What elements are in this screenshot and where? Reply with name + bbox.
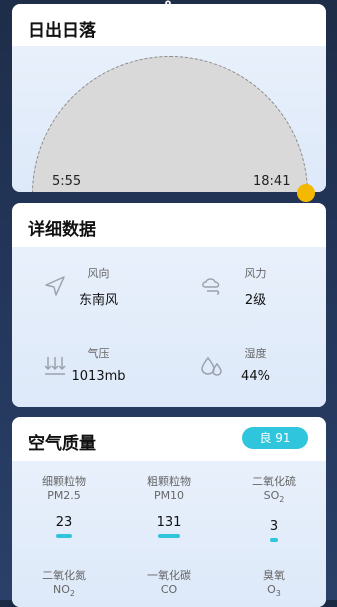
detail-data-card: 详细数据 风向 东南风 风力 2级 气压 1013mb 湿度 44%	[12, 203, 326, 407]
co-item: 一氧化碳 CO	[117, 569, 221, 597]
pm25-name: 细颗粒物	[42, 475, 86, 488]
sunrise-time: 5:55	[52, 174, 82, 189]
so2-level-bar	[270, 538, 278, 543]
wind-force-label: 风力	[244, 267, 267, 280]
pressure-cell: 气压 1013mb	[12, 327, 169, 407]
sun-position-icon	[297, 184, 315, 202]
sun-arc-panel: 5:55 18:41	[12, 46, 326, 192]
pm10-code: PM10	[153, 489, 185, 502]
co-name: 一氧化碳	[147, 569, 191, 582]
air-quality-title: 空气质量	[28, 434, 96, 454]
detail-data-title: 详细数据	[28, 220, 96, 240]
so2-item: 二氧化硫 SO2 3	[222, 475, 326, 543]
pm25-item: 细颗粒物 PM2.5 23	[12, 475, 116, 538]
so2-value: 3	[269, 519, 279, 535]
air-quality-card: 空气质量 良 91 细颗粒物 PM2.5 23 粗颗粒物 PM10 131 二氧…	[12, 417, 326, 607]
pressure-label: 气压	[87, 347, 110, 360]
pm10-name: 粗颗粒物	[147, 475, 191, 488]
pm10-level-bar	[158, 534, 180, 538]
humidity-value: 44%	[241, 369, 270, 384]
pm10-value: 131	[156, 515, 182, 530]
wind-direction-cell: 风向 东南风	[12, 247, 169, 327]
pm25-value: 23	[55, 515, 73, 530]
wind-force-value: 2级	[244, 293, 267, 308]
no2-name: 二氧化氮	[42, 569, 86, 582]
o3-code: O3	[267, 583, 281, 599]
humidity-label: 湿度	[244, 347, 267, 360]
pm10-item: 粗颗粒物 PM10 131	[117, 475, 221, 538]
no2-code: NO2	[53, 583, 75, 599]
so2-code: SO2	[263, 489, 285, 505]
wind-direction-value: 东南风	[78, 293, 118, 308]
pm25-code: PM2.5	[47, 489, 81, 502]
o3-name: 臭氧	[263, 569, 285, 582]
sunset-time: 18:41	[253, 174, 291, 189]
co-code: CO	[160, 583, 178, 596]
pressure-value: 1013mb	[71, 369, 126, 384]
so2-name: 二氧化硫	[252, 475, 296, 488]
sunrise-sunset-card: 日出日落 5:55 18:41	[12, 4, 326, 192]
air-quality-panel: 细颗粒物 PM2.5 23 粗颗粒物 PM10 131 二氧化硫 SO2 3 二…	[12, 461, 326, 607]
aqi-badge[interactable]: 良 91	[242, 427, 308, 449]
humidity-cell: 湿度 44%	[169, 327, 326, 407]
o3-item: 臭氧 O3	[222, 569, 326, 601]
pm25-level-bar	[56, 534, 72, 538]
no2-item: 二氧化氮 NO2	[12, 569, 116, 601]
wind-force-cell: 风力 2级	[169, 247, 326, 327]
detail-data-panel: 风向 东南风 风力 2级 气压 1013mb 湿度 44%	[12, 247, 326, 407]
wind-direction-label: 风向	[87, 267, 110, 280]
sun-arc-dome	[32, 56, 308, 192]
sunrise-sunset-title: 日出日落	[28, 21, 96, 41]
